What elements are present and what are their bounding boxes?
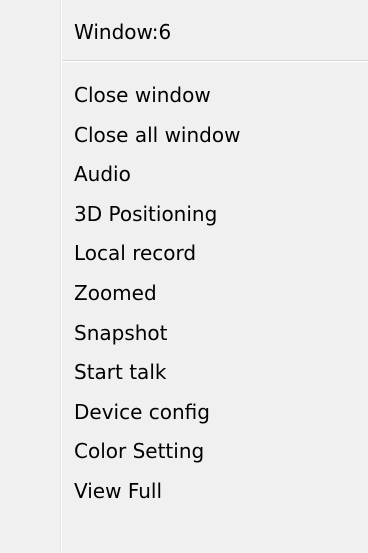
menu-item-close-window[interactable]: Close window bbox=[62, 76, 368, 116]
menu-item-view-full[interactable]: View Full bbox=[62, 472, 368, 512]
menu-item-start-talk[interactable]: Start talk bbox=[62, 353, 368, 393]
menu-item-local-record[interactable]: Local record bbox=[62, 234, 368, 274]
menu-item-audio[interactable]: Audio bbox=[62, 155, 368, 195]
menu-item-list: Close window Close all window Audio 3D P… bbox=[62, 76, 368, 512]
menu-item-snapshot[interactable]: Snapshot bbox=[62, 314, 368, 354]
context-menu: Window:6 Close window Close all window A… bbox=[0, 0, 368, 553]
menu-icon-gutter bbox=[0, 0, 60, 553]
menu-item-color-setting[interactable]: Color Setting bbox=[62, 432, 368, 472]
menu-item-close-all-window[interactable]: Close all window bbox=[62, 116, 368, 156]
menu-item-zoomed[interactable]: Zoomed bbox=[62, 274, 368, 314]
menu-item-3d-positioning[interactable]: 3D Positioning bbox=[62, 195, 368, 235]
menu-separator-highlight bbox=[62, 61, 368, 62]
menu-item-device-config[interactable]: Device config bbox=[62, 393, 368, 433]
menu-header-window: Window:6 bbox=[74, 20, 172, 44]
